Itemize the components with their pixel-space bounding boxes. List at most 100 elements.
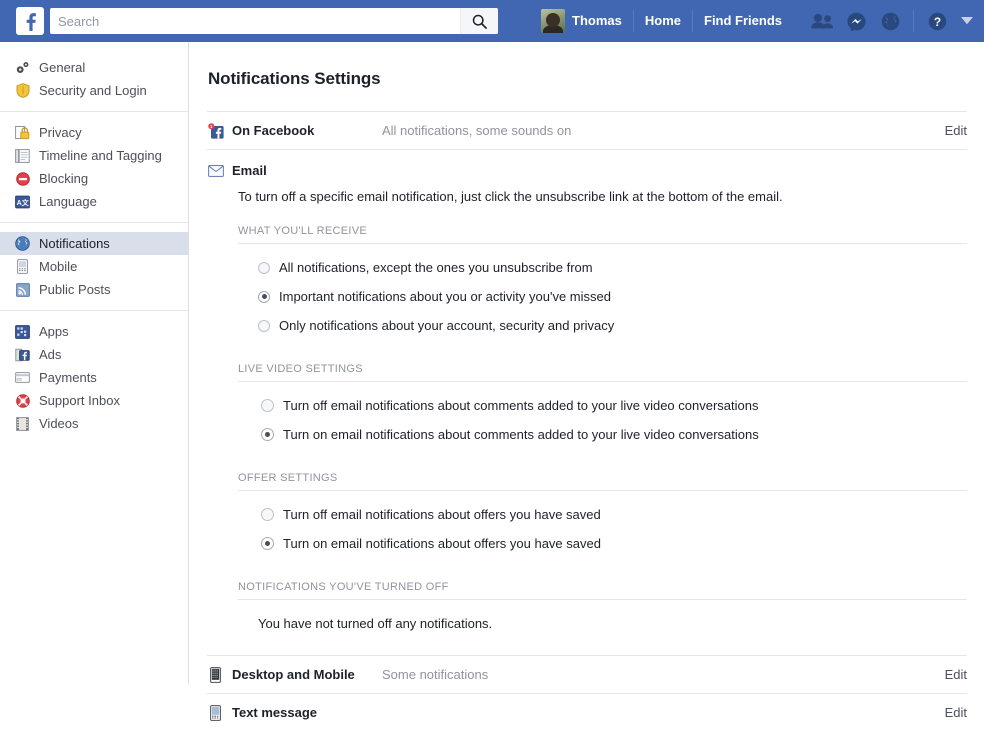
radio-option-label: Turn on email notifications about commen… — [283, 427, 759, 442]
sidebar-item-label: Public Posts — [39, 282, 111, 297]
timeline-icon — [14, 148, 31, 164]
notifications-globe-icon[interactable] — [873, 7, 907, 35]
radio-unselected-icon[interactable] — [261, 399, 274, 412]
sidebar-item-privacy[interactable]: Privacy — [0, 121, 188, 144]
apps-icon — [14, 324, 31, 340]
radio-selected-icon[interactable] — [261, 537, 274, 550]
edit-text-message-button[interactable]: Edit — [935, 705, 967, 720]
edit-desktop-mobile-button[interactable]: Edit — [935, 667, 967, 682]
main-content: Notifications Settings 1 On Facebook All… — [190, 42, 984, 721]
sidebar-group: Apps Ads Payments Support Inbox Videos — [0, 310, 188, 444]
sidebar-item-label: Apps — [39, 324, 69, 339]
sidebar-item-apps[interactable]: Apps — [0, 320, 188, 343]
sidebar-item-notifications[interactable]: Notifications — [0, 232, 188, 255]
shield-icon — [14, 83, 31, 99]
sidebar-group: General Security and Login — [0, 56, 188, 111]
mobile-icon — [14, 259, 31, 275]
help-icon[interactable]: ? — [920, 7, 954, 35]
avatar — [541, 9, 566, 33]
globe-icon — [14, 236, 31, 252]
svg-text:?: ? — [933, 14, 940, 28]
film-icon — [14, 416, 31, 432]
sidebar-item-videos[interactable]: Videos — [0, 412, 188, 435]
sidebar-item-mobile[interactable]: Mobile — [0, 255, 188, 278]
search-icon[interactable] — [460, 8, 498, 34]
edit-on-facebook-button[interactable]: Edit — [935, 123, 967, 138]
section-title-offer-settings: OFFER SETTINGS — [238, 472, 338, 484]
nav-divider — [913, 10, 914, 32]
desktop-mobile-label-group: Desktop and Mobile — [207, 666, 382, 683]
profile-name: Thomas — [572, 13, 622, 28]
radio-group-what-youll-receive: All notifications, except the ones you u… — [258, 244, 967, 342]
sidebar-item-label: General — [39, 60, 86, 75]
email-description: To turn off a specific email notificatio… — [238, 189, 783, 204]
sidebar-item-ads[interactable]: Ads — [0, 343, 188, 366]
sidebar-item-label: Videos — [39, 416, 79, 431]
rss-icon — [14, 282, 31, 298]
radio-group-live-video-settings: Turn off email notifications about comme… — [261, 382, 967, 451]
friend-requests-icon[interactable] — [805, 7, 839, 35]
search-bar[interactable] — [50, 8, 498, 34]
block-icon — [14, 171, 31, 187]
sidebar-item-support-inbox[interactable]: Support Inbox — [0, 389, 188, 412]
page-title: Notifications Settings — [208, 69, 381, 88]
find-friends-link[interactable]: Find Friends — [693, 7, 793, 35]
radio-option[interactable]: Only notifications about your account, s… — [258, 311, 967, 340]
sidebar-item-blocking[interactable]: Blocking — [0, 167, 188, 190]
language-icon: A 文 — [14, 194, 31, 210]
email-section-header: Email — [207, 150, 967, 179]
radio-option[interactable]: Turn off email notifications about offer… — [261, 500, 967, 529]
on-facebook-value: All notifications, some sounds on — [382, 123, 572, 138]
desktop-mobile-value: Some notifications — [382, 667, 489, 682]
desktop-mobile-label: Desktop and Mobile — [232, 667, 355, 682]
setting-row-desktop-and-mobile[interactable]: Desktop and Mobile Some notifications Ed… — [207, 656, 967, 693]
account-menu-caret-icon[interactable] — [954, 7, 980, 35]
setting-row-text-message[interactable]: Text message Edit — [207, 694, 967, 731]
top-navigation-bar: Thomas Home Find Friends — [0, 0, 984, 42]
radio-option[interactable]: Turn on email notifications about commen… — [261, 420, 967, 449]
sidebar-item-label: Language — [39, 194, 97, 209]
settings-sidebar: General Security and Login Privacy Timel… — [0, 42, 189, 684]
profile-link[interactable]: Thomas — [535, 7, 633, 35]
facebook-logo-icon[interactable] — [16, 7, 44, 35]
section-title-what-youll-receive: WHAT YOU'LL RECEIVE — [238, 225, 368, 237]
sidebar-item-label: Support Inbox — [39, 393, 120, 408]
radio-option[interactable]: Turn off email notifications about comme… — [261, 391, 967, 420]
radio-selected-icon[interactable] — [261, 428, 274, 441]
radio-option-label: Important notifications about you or act… — [279, 289, 611, 304]
radio-selected-icon[interactable] — [258, 290, 270, 303]
radio-option-label: Turn off email notifications about comme… — [283, 398, 759, 413]
setting-row-on-facebook[interactable]: 1 On Facebook All notifications, some so… — [207, 112, 967, 149]
svg-text:文: 文 — [22, 197, 30, 206]
sidebar-item-security-and-login[interactable]: Security and Login — [0, 79, 188, 102]
radio-unselected-icon[interactable] — [258, 261, 270, 274]
section-title-live-video-settings: LIVE VIDEO SETTINGS — [238, 363, 363, 375]
sidebar-item-payments[interactable]: Payments — [0, 366, 188, 389]
radio-option[interactable]: All notifications, except the ones you u… — [258, 253, 967, 282]
sidebar-item-timeline-and-tagging[interactable]: Timeline and Tagging — [0, 144, 188, 167]
payments-card-icon — [14, 370, 31, 386]
messenger-icon[interactable] — [839, 7, 873, 35]
desktop-mobile-icon — [207, 666, 224, 683]
radio-option-label: Only notifications about your account, s… — [279, 318, 615, 333]
sidebar-item-label: Ads — [39, 347, 62, 362]
sidebar-item-label: Privacy — [39, 125, 82, 140]
radio-option[interactable]: Turn on email notifications about offers… — [261, 529, 967, 558]
radio-option[interactable]: Important notifications about you or act… — [258, 282, 967, 311]
radio-unselected-icon[interactable] — [261, 508, 274, 521]
lock-icon — [14, 125, 31, 141]
facebook-badge-icon: 1 — [207, 122, 224, 139]
radio-unselected-icon[interactable] — [258, 319, 270, 332]
home-link[interactable]: Home — [634, 7, 692, 35]
section-title-notifications-turned-off: NOTIFICATIONS YOU'VE TURNED OFF — [238, 581, 449, 593]
sidebar-item-general[interactable]: General — [0, 56, 188, 79]
ads-icon — [14, 347, 31, 363]
search-input[interactable] — [50, 9, 460, 33]
sidebar-item-language[interactable]: A 文 Language — [0, 190, 188, 213]
sidebar-item-label: Mobile — [39, 259, 78, 274]
text-message-label: Text message — [232, 705, 318, 720]
on-facebook-label-group: 1 On Facebook — [207, 122, 382, 139]
radio-option-label: Turn on email notifications about offers… — [283, 536, 601, 551]
sidebar-item-public-posts[interactable]: Public Posts — [0, 278, 188, 301]
radio-option-label: All notifications, except the ones you u… — [279, 260, 593, 275]
